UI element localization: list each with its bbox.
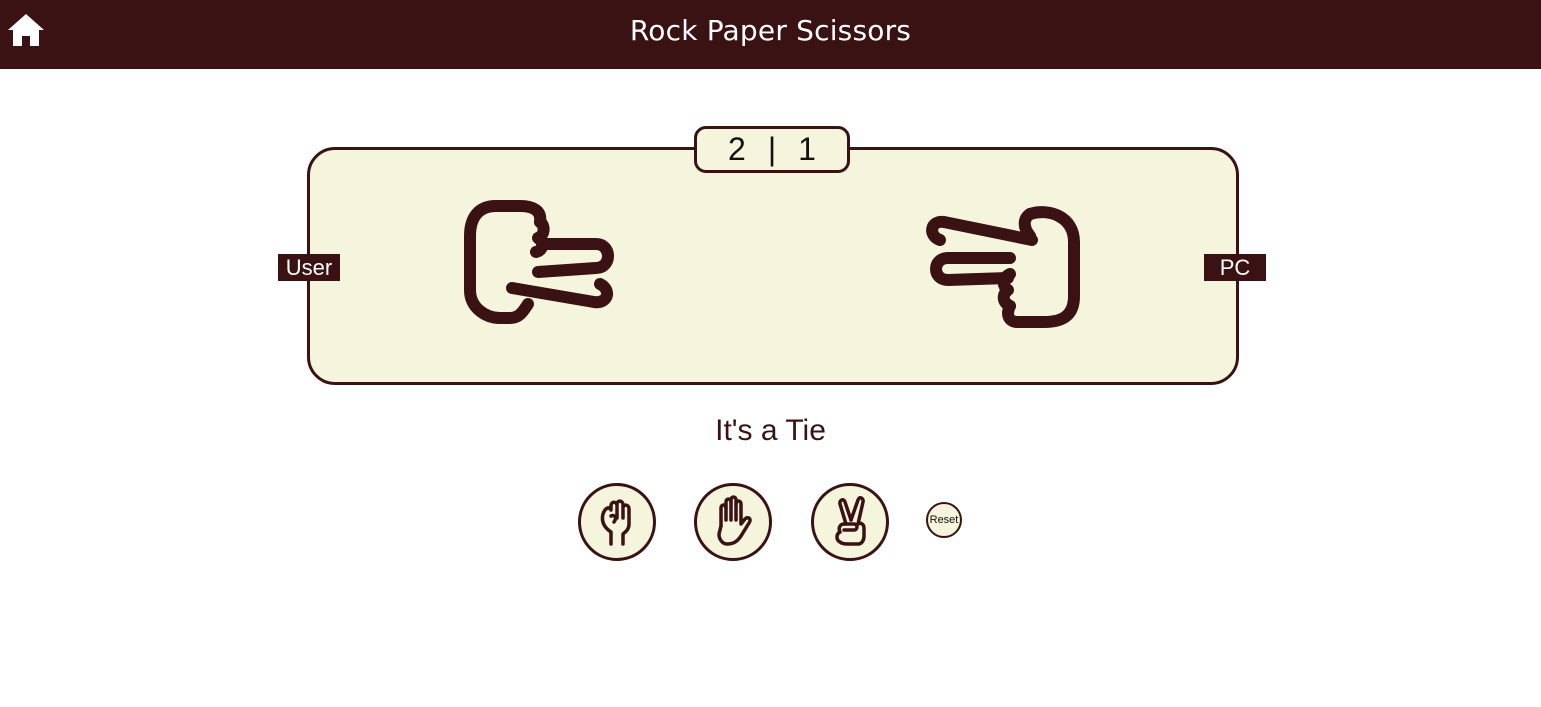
- pc-label: PC: [1204, 254, 1266, 281]
- rock-button[interactable]: [578, 483, 656, 561]
- app-title: Rock Paper Scissors: [629, 14, 912, 47]
- top-bar: Rock Paper Scissors: [0, 0, 1541, 69]
- result-text: It's a Tie: [715, 414, 826, 447]
- game-board: [307, 147, 1239, 385]
- scissors-button[interactable]: [811, 483, 889, 561]
- paper-hand-icon: [717, 495, 752, 546]
- scoreboard: 2 | 1: [694, 126, 850, 173]
- user-scissors-hand-icon: [464, 200, 614, 324]
- scissors-hand-icon: [835, 496, 866, 546]
- paper-button[interactable]: [694, 483, 772, 561]
- user-label: User: [278, 254, 340, 281]
- pc-score: 1: [798, 131, 816, 167]
- rock-hand-icon: [600, 499, 631, 546]
- score-separator: |: [767, 131, 777, 167]
- pc-scissors-hand-icon: [926, 206, 1080, 328]
- user-score: 2: [728, 131, 746, 167]
- reset-button[interactable]: Reset: [926, 502, 962, 538]
